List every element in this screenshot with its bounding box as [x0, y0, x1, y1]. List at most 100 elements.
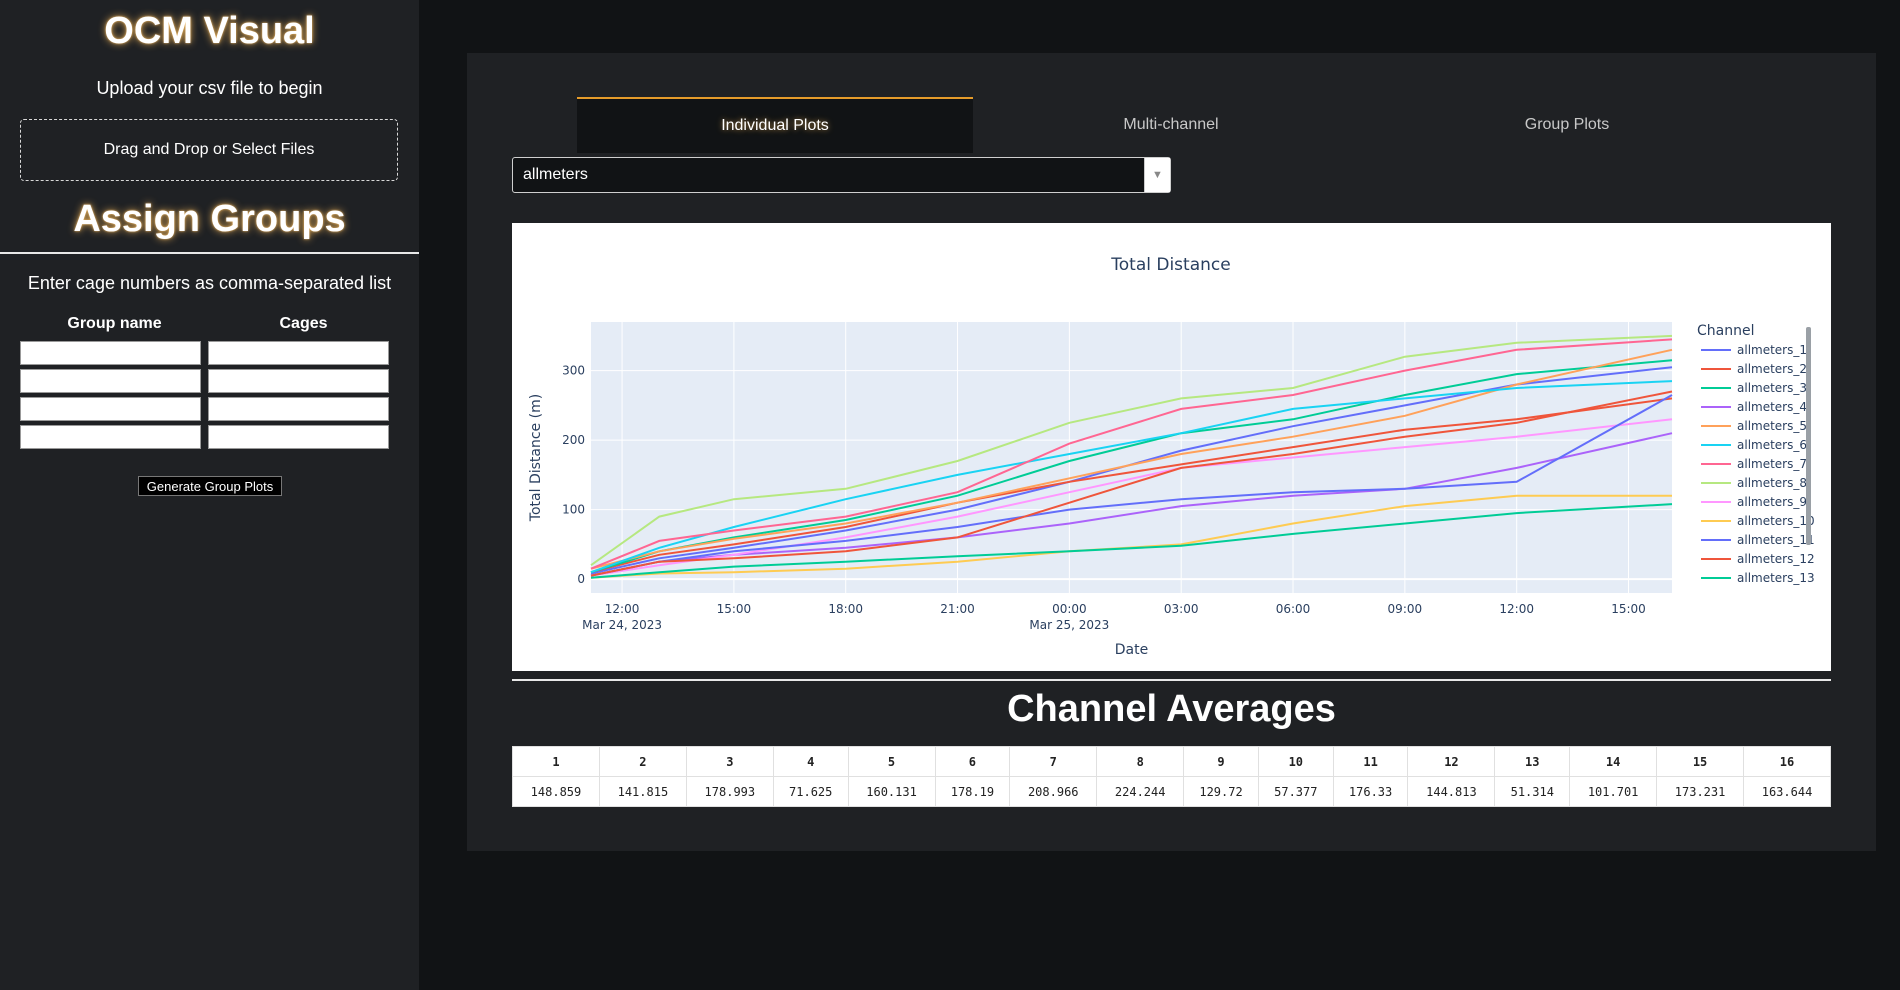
legend-item: allmeters_5 [1737, 419, 1807, 433]
group-row [20, 397, 398, 421]
main-panel: Individual Plots Multi-channel Group Plo… [467, 53, 1876, 851]
legend-item: allmeters_6 [1737, 438, 1807, 452]
table-header-cell: 4 [772, 746, 849, 777]
table-row: 148.859 141.815 178.993 71.625 160.131 178.19… [512, 776, 1831, 807]
dataset-dropdown[interactable]: allmeters ▼ [512, 157, 1171, 193]
legend-item: allmeters_7 [1737, 457, 1807, 471]
cages-input[interactable] [208, 397, 389, 421]
legend-item: allmeters_3 [1737, 381, 1807, 395]
x-tick-sublabel: Mar 25, 2023 [1029, 618, 1109, 632]
chevron-down-icon[interactable]: ▼ [1144, 158, 1170, 192]
x-tick-label: 15:00 [1611, 602, 1646, 616]
table-cell: 176.33 [1332, 776, 1409, 807]
chart-container: 12:00 Mar 24, 2023 15:00 18:00 21:00 00:00 Mar… [512, 223, 1831, 671]
group-name-input[interactable] [20, 369, 201, 393]
file-upload-dropzone[interactable]: Drag and Drop or Select Files [20, 119, 398, 181]
tab-multi-channel[interactable]: Multi-channel [973, 97, 1369, 153]
table-cell: 178.19 [934, 776, 1011, 807]
y-tick-label: 0 [577, 572, 585, 586]
table-cell: 224.244 [1096, 776, 1185, 807]
table-cell: 129.72 [1183, 776, 1259, 807]
x-tick-label: 03:00 [1164, 602, 1199, 616]
table-header-cell: 11 [1332, 746, 1409, 777]
table-cell: 101.701 [1569, 776, 1658, 807]
legend-item: allmeters_12 [1737, 552, 1815, 566]
table-cell: 148.859 [512, 776, 600, 807]
x-tick-label: 12:00 [1499, 602, 1534, 616]
legend-title: Channel [1697, 323, 1754, 339]
group-name-header: Group name [67, 315, 162, 332]
table-header-cell: 8 [1096, 746, 1185, 777]
x-tick-label: 09:00 [1388, 602, 1423, 616]
table-header-cell: 13 [1494, 746, 1571, 777]
group-row [20, 341, 398, 365]
x-tick-label: 06:00 [1276, 602, 1311, 616]
table-header-cell: 16 [1743, 746, 1831, 777]
x-axis-title: Date [1115, 642, 1148, 658]
table-header-cell: 7 [1009, 746, 1098, 777]
assign-groups-title: Assign Groups [73, 198, 346, 240]
x-tick-sublabel: Mar 24, 2023 [582, 618, 662, 632]
generate-group-plots-button[interactable]: Generate Group Plots [138, 476, 282, 496]
legend-item: allmeters_9 [1737, 495, 1807, 509]
table-header-cell: 14 [1569, 746, 1658, 777]
legend-item: allmeters_2 [1737, 362, 1807, 376]
group-row [20, 369, 398, 393]
group-name-input[interactable] [20, 397, 201, 421]
table-cell: 141.815 [598, 776, 687, 807]
table-header-cell: 12 [1407, 746, 1496, 777]
table-cell: 71.625 [772, 776, 849, 807]
group-assignment-table: Group name Cages [20, 315, 398, 449]
cages-input[interactable] [208, 341, 389, 365]
legend-item: allmeters_4 [1737, 400, 1807, 414]
table-header-cell: 10 [1257, 746, 1334, 777]
legend-item: allmeters_8 [1737, 476, 1807, 490]
table-header-cell: 1 [512, 746, 600, 777]
table-cell: 57.377 [1257, 776, 1334, 807]
y-axis-title: Total Distance (m) [528, 394, 544, 522]
legend-item: allmeters_11 [1737, 533, 1815, 547]
cages-input[interactable] [208, 425, 389, 449]
group-name-input[interactable] [20, 425, 201, 449]
y-tick-label: 200 [562, 433, 585, 447]
x-tick-label: 12:00 [605, 602, 640, 616]
x-tick-label: 15:00 [717, 602, 752, 616]
table-cell: 144.813 [1407, 776, 1496, 807]
group-table-header: Group name Cages [20, 315, 398, 337]
channel-averages-title: Channel Averages [1007, 688, 1336, 730]
tab-group-plots[interactable]: Group Plots [1369, 97, 1765, 153]
total-distance-chart: 12:00 Mar 24, 2023 15:00 18:00 21:00 00:00 Mar… [528, 255, 1815, 658]
divider [512, 679, 1831, 681]
table-header-cell: 9 [1183, 746, 1259, 777]
upload-prompt: Upload your csv file to begin [96, 78, 323, 98]
table-cell: 51.314 [1494, 776, 1571, 807]
table-cell: 163.644 [1743, 776, 1831, 807]
assign-instructions: Enter cage numbers as comma-separated li… [27, 273, 392, 293]
legend-item: allmeters_10 [1737, 514, 1815, 528]
table-cell: 160.131 [847, 776, 936, 807]
cages-input[interactable] [208, 369, 389, 393]
table-cell: 178.993 [685, 776, 774, 807]
tab-individual-plots[interactable]: Individual Plots [577, 97, 973, 153]
table-header-cell: 2 [598, 746, 687, 777]
x-tick-label: 00:00 [1052, 602, 1087, 616]
y-tick-label: 100 [562, 503, 585, 517]
channel-averages-table: 1 2 3 4 5 6 7 8 9 10 11 12 13 14 15 16 148.859 141.815 17… [512, 746, 1831, 807]
app-title: OCM Visual [104, 10, 315, 52]
legend-scrollbar [1806, 327, 1811, 545]
table-header-cell: 5 [847, 746, 936, 777]
cages-header: Cages [279, 315, 328, 332]
chart-title: Total Distance [1110, 255, 1230, 275]
group-row [20, 425, 398, 449]
divider [0, 252, 419, 254]
table-cell: 208.966 [1009, 776, 1098, 807]
group-name-input[interactable] [20, 341, 201, 365]
tab-bar: Individual Plots Multi-channel Group Plo… [577, 97, 1767, 153]
table-cell: 173.231 [1656, 776, 1745, 807]
table-header-cell: 6 [934, 746, 1011, 777]
y-tick-label: 300 [562, 364, 585, 378]
table-header-cell: 3 [685, 746, 774, 777]
x-tick-label: 18:00 [828, 602, 863, 616]
sidebar: OCM Visual Upload your csv file to begin… [0, 0, 419, 990]
x-tick-label: 21:00 [940, 602, 975, 616]
